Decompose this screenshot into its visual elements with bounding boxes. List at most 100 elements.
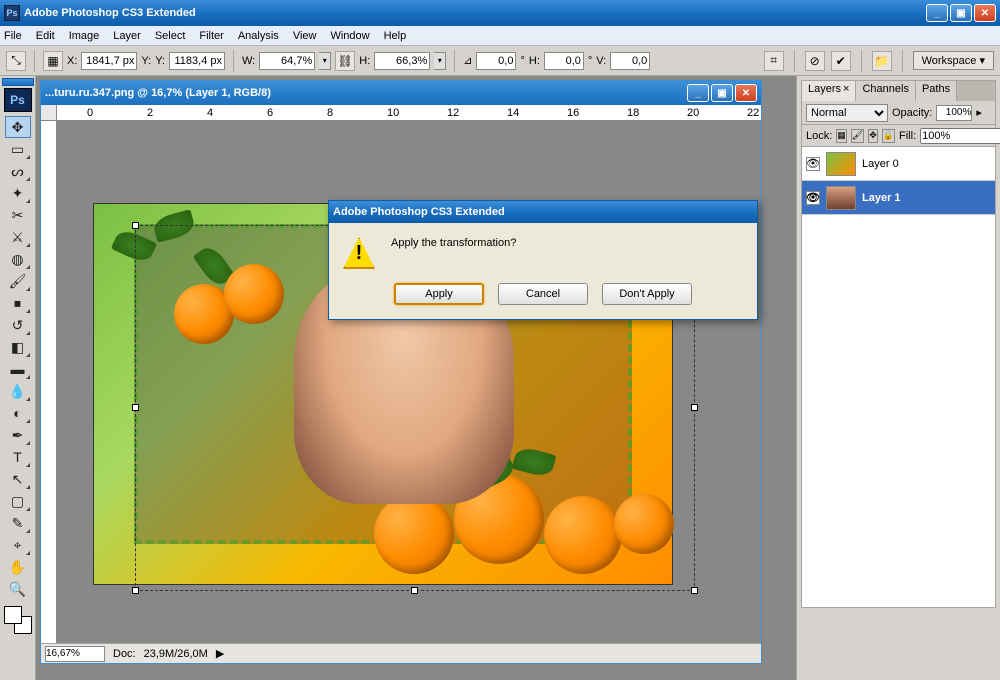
doc-maximize-button[interactable]: ▣ xyxy=(711,84,733,102)
layer-row[interactable]: 👁 Layer 1 xyxy=(802,181,995,215)
app-titlebar: Ps Adobe Photoshop CS3 Extended _ ▣ ✕ xyxy=(0,0,1000,26)
menu-analysis[interactable]: Analysis xyxy=(238,30,279,42)
lock-pixels-icon[interactable]: 🖌 xyxy=(851,129,864,143)
zoom-input[interactable] xyxy=(45,646,105,662)
tab-paths[interactable]: Paths xyxy=(916,81,957,101)
hskew-label: H: xyxy=(529,55,540,67)
history-brush-tool[interactable]: ↺ xyxy=(5,314,31,336)
lock-transparency-icon[interactable]: ▦ xyxy=(836,129,847,143)
marquee-tool[interactable]: ▭ xyxy=(5,138,31,160)
toolbox-grip[interactable] xyxy=(2,78,34,86)
gradient-tool[interactable]: ▬ xyxy=(5,358,31,380)
lasso-tool[interactable]: ᔕ xyxy=(5,160,31,182)
pen-tool[interactable]: ✒ xyxy=(5,424,31,446)
cancel-transform-icon[interactable]: ⊘ xyxy=(805,51,825,71)
tab-layers[interactable]: Layers× xyxy=(802,81,856,101)
path-select-tool[interactable]: ↖ xyxy=(5,468,31,490)
zoom-tool[interactable]: 🔍 xyxy=(5,578,31,600)
ruler-origin[interactable] xyxy=(41,105,57,121)
menu-filter[interactable]: Filter xyxy=(199,30,223,42)
lock-label: Lock: xyxy=(806,130,832,142)
menu-bar: File Edit Image Layer Select Filter Anal… xyxy=(0,26,1000,46)
opacity-label: Opacity: xyxy=(892,107,932,119)
apply-button[interactable]: Apply xyxy=(394,283,484,305)
angle-input[interactable] xyxy=(476,52,516,70)
dodge-tool[interactable]: ◐ xyxy=(5,402,31,424)
tab-channels[interactable]: Channels xyxy=(856,81,915,101)
visibility-toggle-icon[interactable]: 👁 xyxy=(806,157,820,171)
document-title: ...turu.ru.347.png @ 16,7% (Layer 1, RGB… xyxy=(45,87,271,99)
warp-icon[interactable]: ⌗ xyxy=(764,51,784,71)
ps-badge-icon: Ps xyxy=(4,88,32,112)
dont-apply-button[interactable]: Don't Apply xyxy=(602,283,692,305)
fill-input[interactable] xyxy=(920,128,1000,144)
reference-point-icon[interactable]: ▦ xyxy=(43,51,63,71)
maximize-button[interactable]: ▣ xyxy=(950,4,972,22)
crop-tool[interactable]: ✂ xyxy=(5,204,31,226)
blur-tool[interactable]: 💧 xyxy=(5,380,31,402)
opacity-arrow-icon[interactable]: ▸ xyxy=(976,106,982,119)
vskew-label: V: xyxy=(596,55,606,67)
eyedrop-tool[interactable]: ⌖ xyxy=(5,534,31,556)
w-input[interactable] xyxy=(259,52,315,70)
close-tab-icon[interactable]: × xyxy=(843,83,849,95)
hand-tool[interactable]: ✋ xyxy=(5,556,31,578)
opacity-input[interactable] xyxy=(936,105,972,121)
transform-tool-icon[interactable]: ⤡ xyxy=(6,51,26,71)
layer-thumbnail[interactable] xyxy=(826,152,856,176)
layer-thumbnail[interactable] xyxy=(826,186,856,210)
go-bridge-icon[interactable]: 📁 xyxy=(872,51,892,71)
lock-position-icon[interactable]: ✥ xyxy=(868,129,878,143)
options-bar: ⤡ ▦ X: Y: Y: W: ▾ ⛓ H: ▾ ⊿ ° H: ° V: ⌗ ⊘… xyxy=(0,46,1000,76)
cancel-button[interactable]: Cancel xyxy=(498,283,588,305)
menu-layer[interactable]: Layer xyxy=(113,30,141,42)
slice-tool[interactable]: ⚔ xyxy=(5,226,31,248)
layer-row[interactable]: 👁 Layer 0 xyxy=(802,147,995,181)
eraser-tool[interactable]: ◧ xyxy=(5,336,31,358)
brush-tool[interactable]: 🖌 xyxy=(5,270,31,292)
ruler-vertical[interactable] xyxy=(41,121,57,643)
shape-tool[interactable]: ▢ xyxy=(5,490,31,512)
menu-view[interactable]: View xyxy=(293,30,317,42)
y-input[interactable] xyxy=(169,52,225,70)
w-dropdown[interactable]: ▾ xyxy=(319,52,331,70)
doc-info-arrow-icon[interactable]: ▶ xyxy=(216,647,224,660)
blend-mode-select[interactable]: Normal xyxy=(806,104,888,122)
layer-name[interactable]: Layer 1 xyxy=(862,192,901,204)
dialog-titlebar[interactable]: Adobe Photoshop CS3 Extended xyxy=(329,201,757,223)
layer-name[interactable]: Layer 0 xyxy=(862,158,899,170)
minimize-button[interactable]: _ xyxy=(926,4,948,22)
move-tool[interactable]: ✥ xyxy=(5,116,31,138)
h-input[interactable] xyxy=(374,52,430,70)
commit-transform-icon[interactable]: ✔ xyxy=(831,51,851,71)
menu-image[interactable]: Image xyxy=(69,30,100,42)
doc-minimize-button[interactable]: _ xyxy=(687,84,709,102)
visibility-toggle-icon[interactable]: 👁 xyxy=(806,191,820,205)
doc-close-button[interactable]: ✕ xyxy=(735,84,757,102)
ruler-horizontal[interactable]: 0 2 4 6 8 10 12 14 16 18 20 22 xyxy=(57,105,761,121)
h-dropdown[interactable]: ▾ xyxy=(434,52,446,70)
menu-help[interactable]: Help xyxy=(384,30,407,42)
hskew-input[interactable] xyxy=(544,52,584,70)
color-swatches[interactable] xyxy=(4,606,32,634)
menu-window[interactable]: Window xyxy=(330,30,369,42)
heal-tool[interactable]: ◍ xyxy=(5,248,31,270)
stamp-tool[interactable]: ⏹ xyxy=(5,292,31,314)
document-window: ...turu.ru.347.png @ 16,7% (Layer 1, RGB… xyxy=(40,80,762,664)
vskew-input[interactable] xyxy=(610,52,650,70)
x-input[interactable] xyxy=(81,52,137,70)
lock-all-icon[interactable]: 🔒 xyxy=(882,129,895,143)
menu-edit[interactable]: Edit xyxy=(36,30,55,42)
document-titlebar[interactable]: ...turu.ru.347.png @ 16,7% (Layer 1, RGB… xyxy=(41,81,761,105)
menu-select[interactable]: Select xyxy=(155,30,186,42)
panels-column: Layers× Channels Paths Normal Opacity: ▸… xyxy=(796,76,1000,680)
notes-tool[interactable]: ✎ xyxy=(5,512,31,534)
workspace-button[interactable]: Workspace ▾ xyxy=(913,51,994,70)
close-button[interactable]: ✕ xyxy=(974,4,996,22)
wand-tool[interactable]: ✦ xyxy=(5,182,31,204)
angle-label: ⊿ xyxy=(463,54,472,67)
menu-file[interactable]: File xyxy=(4,30,22,42)
type-tool[interactable]: T xyxy=(5,446,31,468)
fg-color-swatch[interactable] xyxy=(4,606,22,624)
link-wh-icon[interactable]: ⛓ xyxy=(335,51,355,71)
